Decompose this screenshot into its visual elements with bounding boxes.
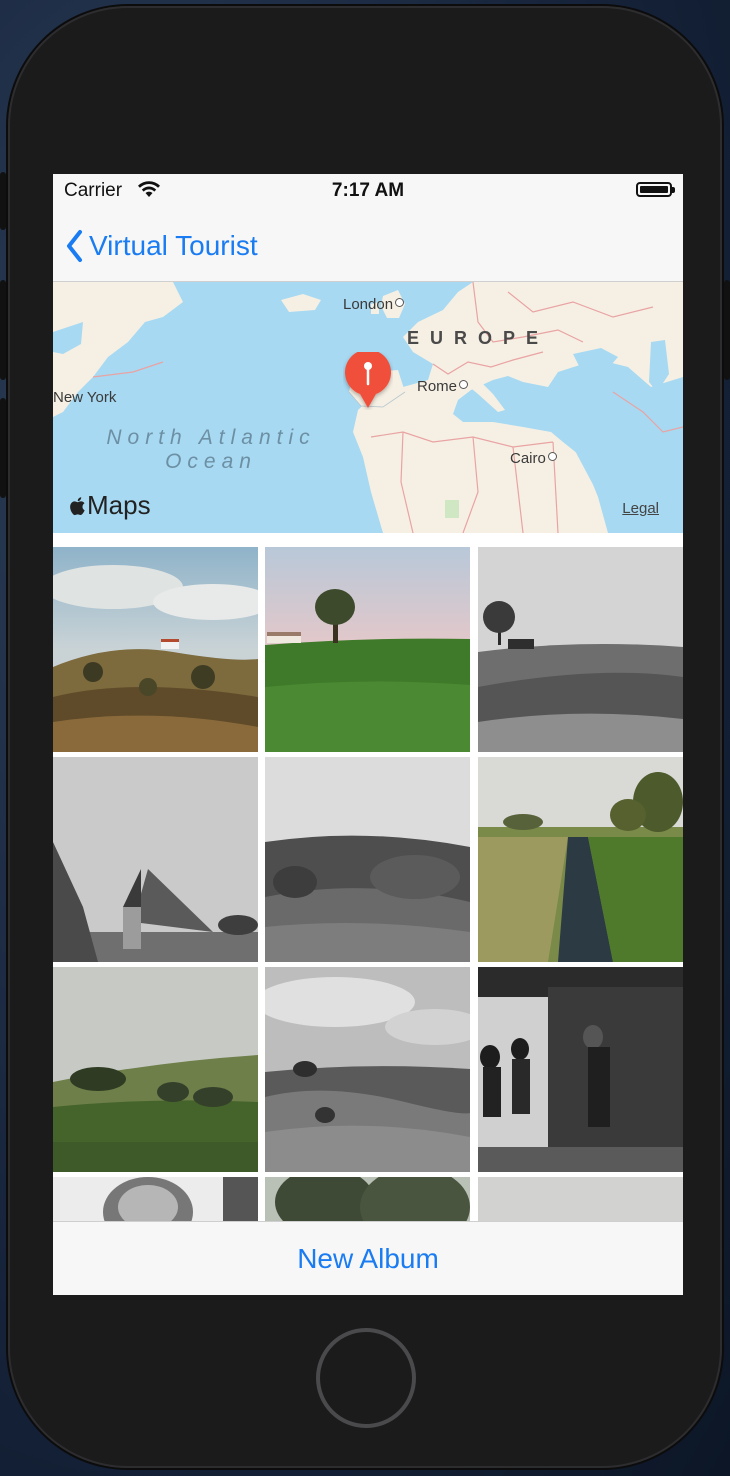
photo-cell[interactable] bbox=[478, 757, 683, 962]
silent-switch bbox=[0, 172, 6, 230]
photo-cell[interactable] bbox=[478, 1177, 683, 1221]
map-label-cairo: Cairo bbox=[510, 450, 557, 467]
app-screen: Carrier 7:17 AM Virtual Tourist London E… bbox=[53, 174, 683, 1295]
photo-trees bbox=[265, 1177, 470, 1221]
clock-time: 7:17 AM bbox=[331, 180, 405, 201]
photo-cell[interactable] bbox=[265, 967, 470, 1172]
location-pin[interactable] bbox=[343, 349, 393, 415]
photo-cell[interactable] bbox=[265, 547, 470, 752]
photo-misty-green-hill bbox=[53, 967, 258, 1172]
photo-bw-rolling-field bbox=[265, 757, 470, 962]
bottom-toolbar: New Album bbox=[53, 1221, 683, 1295]
photo-cell[interactable] bbox=[53, 757, 258, 962]
map-label-europe: EUROPE bbox=[407, 328, 550, 348]
photo-cell[interactable] bbox=[53, 967, 258, 1172]
home-button[interactable] bbox=[316, 1328, 416, 1428]
photo-bw-portrait bbox=[53, 1177, 258, 1221]
photo-blank-gray bbox=[478, 1177, 683, 1221]
map-label-rome: Rome bbox=[417, 378, 468, 395]
map-label-london: London bbox=[343, 296, 404, 313]
chevron-left-icon bbox=[67, 230, 82, 262]
photo-bw-farm-hill bbox=[478, 547, 683, 752]
photo-cell[interactable] bbox=[478, 967, 683, 1172]
maps-brand-label: Maps bbox=[87, 490, 151, 520]
ocean-label-line2: Ocean bbox=[165, 450, 257, 473]
navigation-bar: Virtual Tourist bbox=[53, 208, 683, 282]
legal-link[interactable]: Legal bbox=[622, 500, 659, 517]
map-view[interactable]: London EUROPE Rome New York North Atlant… bbox=[53, 282, 683, 533]
photo-cell[interactable] bbox=[265, 1177, 470, 1221]
photo-cell[interactable] bbox=[478, 547, 683, 752]
photo-cell[interactable] bbox=[265, 757, 470, 962]
photo-bw-workshop-children bbox=[478, 967, 683, 1172]
map-label-new-york: New York bbox=[53, 389, 117, 406]
power-button bbox=[724, 280, 730, 380]
photo-hills-farmhouse bbox=[53, 547, 258, 752]
photo-cell[interactable] bbox=[53, 1177, 258, 1221]
photo-collection[interactable] bbox=[53, 533, 683, 1221]
battery-icon bbox=[636, 182, 675, 197]
volume-up-button bbox=[0, 280, 6, 380]
map-pin-icon bbox=[345, 349, 391, 408]
photo-tree-green-field bbox=[265, 547, 470, 752]
back-button[interactable]: Virtual Tourist bbox=[65, 226, 258, 266]
apple-logo-icon bbox=[70, 496, 85, 515]
volume-down-button bbox=[0, 398, 6, 498]
apple-maps-logo: Maps bbox=[69, 490, 151, 521]
map-label-ocean: North Atlantic Ocean bbox=[91, 426, 331, 474]
status-bar: Carrier 7:17 AM bbox=[53, 174, 683, 208]
photo-bw-thatched-huts bbox=[53, 757, 258, 962]
photo-bw-cloudy-hills bbox=[265, 967, 470, 1172]
ocean-label-line1: North Atlantic bbox=[106, 426, 316, 449]
new-album-button[interactable]: New Album bbox=[297, 1243, 439, 1275]
photo-cell[interactable] bbox=[53, 547, 258, 752]
back-button-label: Virtual Tourist bbox=[89, 230, 258, 261]
photo-stream-grass bbox=[478, 757, 683, 962]
